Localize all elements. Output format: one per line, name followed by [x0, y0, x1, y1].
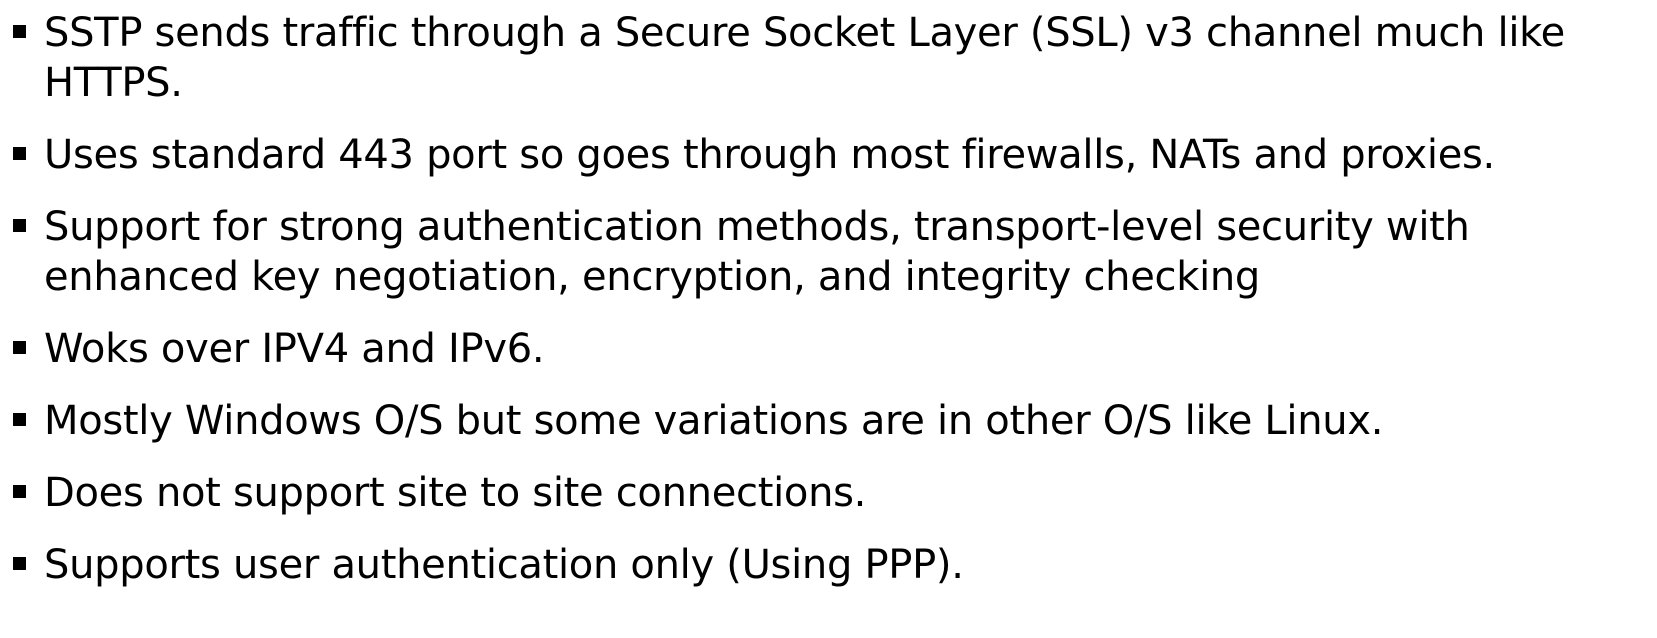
square-bullet-icon — [13, 557, 26, 570]
list-item: SSTP sends traffic through a Secure Sock… — [0, 8, 1657, 108]
list-item: Does not support site to site connection… — [0, 468, 1657, 518]
bullet-text: Does not support site to site connection… — [44, 470, 867, 516]
square-bullet-icon — [13, 413, 26, 426]
bullet-text: Mostly Windows O/S but some variations a… — [44, 398, 1384, 444]
square-bullet-icon — [13, 219, 26, 232]
list-item: Uses standard 443 port so goes through m… — [0, 130, 1657, 180]
list-item: Woks over IPV4 and IPv6. — [0, 324, 1657, 374]
bullet-list: SSTP sends traffic through a Secure Sock… — [0, 8, 1657, 612]
list-item: Mostly Windows O/S but some variations a… — [0, 396, 1657, 446]
bullet-text: SSTP sends traffic through a Secure Sock… — [44, 10, 1565, 106]
list-item: Support for strong authentication method… — [0, 202, 1657, 302]
bullet-text: Support for strong authentication method… — [44, 204, 1470, 300]
square-bullet-icon — [13, 341, 26, 354]
square-bullet-icon — [13, 485, 26, 498]
square-bullet-icon — [13, 25, 26, 38]
list-item: Supports user authentication only (Using… — [0, 540, 1657, 590]
bullet-text: Supports user authentication only (Using… — [44, 542, 964, 588]
bullet-text: Uses standard 443 port so goes through m… — [44, 132, 1495, 178]
bullet-text: Woks over IPV4 and IPv6. — [44, 326, 545, 372]
square-bullet-icon — [13, 147, 26, 160]
